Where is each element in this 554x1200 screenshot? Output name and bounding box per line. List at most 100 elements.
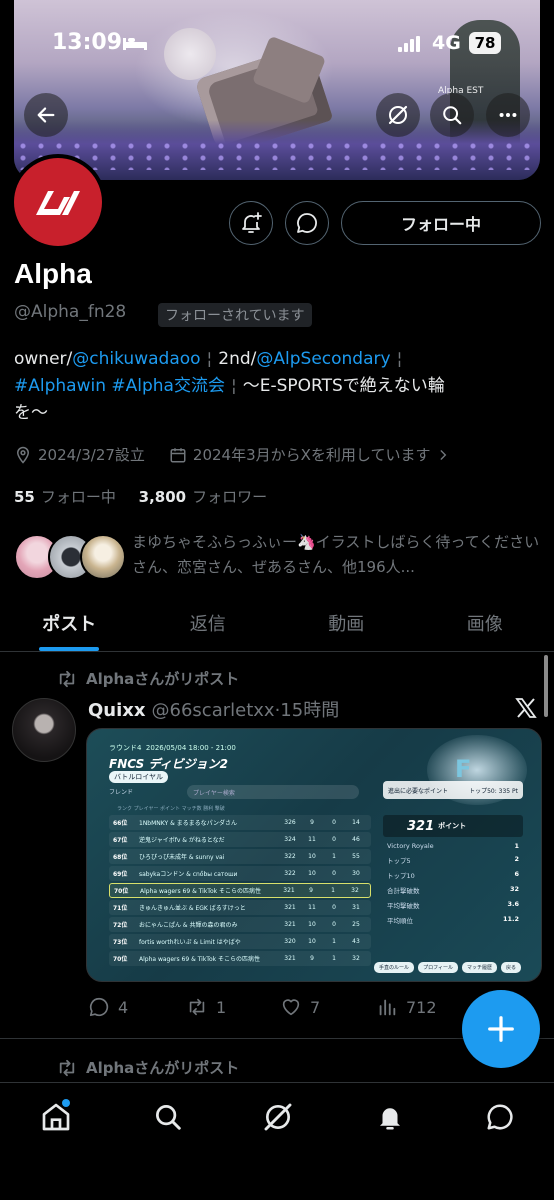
nav-home[interactable] — [36, 1097, 76, 1137]
leaderboard-row: 66位 1NbMNKY & まるまるなパンダさん 326 9 0 14 — [109, 815, 371, 830]
tab-videos[interactable]: 動画 — [277, 600, 416, 651]
stat-value: 1 — [514, 842, 519, 850]
row-points: 322 — [284, 869, 296, 877]
views-button[interactable]: 712 — [376, 996, 437, 1018]
row-wins: 0 — [332, 869, 336, 877]
row-wins: 0 — [332, 903, 336, 911]
row-elims: 14 — [352, 818, 360, 826]
stat-value: 2 — [514, 855, 519, 863]
cellular-signal-icon — [398, 36, 420, 52]
x-logo-icon — [515, 698, 537, 718]
post-author-handle[interactable]: @66scarletxx — [152, 700, 275, 721]
row-players: 逆鬼ジャイボfv & がねるとなだ — [139, 836, 225, 844]
post-author-avatar[interactable] — [12, 698, 76, 762]
repost-icon — [59, 670, 75, 687]
scrollbar[interactable] — [544, 655, 548, 717]
repost-label: Alphaさんがリポスト — [86, 670, 240, 688]
tab-images[interactable]: 画像 — [416, 600, 554, 651]
followers-label: フォロワー — [192, 488, 268, 506]
bio-separator: ¦ — [206, 349, 213, 369]
tab-posts[interactable]: ポスト — [0, 600, 139, 651]
leaderboard-row: 67位 逆鬼ジャイボfv & がねるとなだ 324 11 0 46 — [109, 832, 371, 847]
post-time: ·15時間 — [274, 700, 340, 721]
stat-label: 平均撃破数 — [387, 902, 420, 910]
followers-link[interactable]: 3,800 フォロワー — [139, 488, 267, 506]
following-button[interactable]: フォロー中 — [341, 201, 541, 245]
compose-post-button[interactable] — [462, 990, 540, 1068]
tab-label: 画像 — [466, 614, 503, 635]
profile-handle: @Alpha_fn28 — [14, 302, 127, 322]
stat-row: 合計撃破数 32 — [383, 885, 523, 895]
row-players: Alpha wagers 69 & TikTok そこらの匹病性 — [139, 955, 260, 963]
profile-avatar[interactable] — [10, 154, 106, 250]
row-players: fortis worthれいぷ & Limit はやばや — [139, 938, 241, 946]
post-image[interactable]: F ラウンド4 2026/05/04 18:00 - 21:00 FNCS ディ… — [86, 728, 542, 982]
image-button: プロフィール — [418, 962, 458, 973]
bio-mention-owner[interactable]: @chikuwadaoo — [72, 349, 200, 369]
row-wins: 0 — [332, 835, 336, 843]
row-matches: 9 — [310, 954, 314, 962]
nav-messages[interactable] — [480, 1097, 520, 1137]
points-value: 321 — [407, 818, 435, 834]
tab-replies[interactable]: 返信 — [139, 600, 278, 651]
nav-search[interactable] — [148, 1097, 188, 1137]
bio-hashtag-alphawin[interactable]: #Alphawin — [14, 376, 106, 396]
reply-icon — [89, 997, 109, 1017]
leaderboard-row: 71位 きゅんきゅん並ぶ & EGK ばるすけっと 321 11 0 31 — [109, 900, 371, 915]
alpha-logo — [14, 158, 102, 246]
location-pin-icon — [16, 446, 30, 464]
bell-plus-icon — [242, 212, 262, 233]
bio-hashtag-alpha-meetup[interactable]: #Alpha交流会 — [111, 376, 225, 396]
like-button[interactable]: 7 — [280, 996, 320, 1018]
stat-label: 平均順位 — [387, 917, 413, 925]
stat-value: 32 — [509, 885, 519, 893]
image-button: 手直のルール — [374, 962, 415, 973]
stat-row: 平均順位 11.2 — [383, 915, 523, 925]
more-options-button[interactable] — [486, 93, 530, 137]
banner-flowers — [14, 140, 540, 170]
search-icon — [156, 1105, 181, 1130]
stats-list: Victory Royale 1 トップ5 2 トップ10 6 合計撃破数 32 平均撃破数 3.… — [383, 842, 523, 925]
repost-button[interactable]: 1 — [186, 996, 226, 1018]
row-matches: 9 — [309, 886, 313, 894]
row-points: 320 — [284, 937, 296, 945]
following-link[interactable]: 55 フォロー中 — [14, 488, 116, 506]
bio-mention-secondary[interactable]: @AlpSecondary — [256, 349, 390, 369]
profile-banner[interactable]: Alpha EST — [14, 0, 540, 180]
message-button[interactable] — [285, 201, 329, 245]
row-players: sabykaコンドン & cnőbы сатоши — [139, 870, 238, 878]
round-date: 2026/05/04 18:00 - 21:00 — [145, 744, 236, 752]
search-button[interactable] — [430, 93, 474, 137]
bio-line-2: #Alphawin #Alpha交流会 ¦ 〜E-SPORTSで絶えない輪 — [14, 373, 534, 400]
bottom-navigation — [0, 1082, 554, 1200]
post-author-name[interactable]: Quixx — [88, 700, 146, 721]
row-rank: 71位 — [113, 904, 128, 912]
reply-button[interactable]: 4 — [88, 996, 128, 1018]
nav-notifications[interactable] — [370, 1097, 410, 1137]
reply-count: 4 — [118, 997, 129, 1017]
repost-indicator: Alphaさんがリポスト — [56, 668, 239, 689]
stat-label: Victory Royale — [387, 842, 434, 850]
stat-value: 11.2 — [502, 915, 519, 923]
notification-subscribe-button[interactable] — [229, 201, 273, 245]
chevron-right-icon[interactable] — [436, 448, 450, 462]
back-button[interactable] — [24, 93, 68, 137]
bio-text: 2nd/ — [218, 349, 257, 369]
bell-icon — [380, 1108, 400, 1130]
grok-button[interactable] — [376, 93, 420, 137]
known-followers-text: まゆちゃそふらっふぃー🦄イラストしばらく待ってくださいさん、恋宮さん、ぜあるさん… — [132, 533, 540, 576]
nav-grok[interactable] — [258, 1097, 298, 1137]
row-rank: 67位 — [113, 836, 128, 844]
avatar — [80, 534, 126, 580]
threshold-label: 進出に必要なポイント — [388, 787, 449, 795]
row-elims: 25 — [352, 920, 360, 928]
known-followers-avatars — [14, 534, 126, 580]
known-followers[interactable]: まゆちゃそふらっふぃー🦄イラストしばらく待ってくださいさん、恋宮さん、ぜあるさん… — [14, 530, 544, 586]
stat-row: Victory Royale 1 — [383, 842, 523, 850]
row-points: 324 — [284, 835, 296, 843]
follow-counts: 55 フォロー中 3,800 フォロワー — [14, 486, 267, 507]
panel-threshold: 進出に必要なポイント トップ50: 335 Pt — [383, 781, 523, 799]
row-rank: 73位 — [113, 938, 128, 946]
row-elims: 30 — [352, 869, 360, 877]
row-points: 321 — [284, 903, 296, 911]
